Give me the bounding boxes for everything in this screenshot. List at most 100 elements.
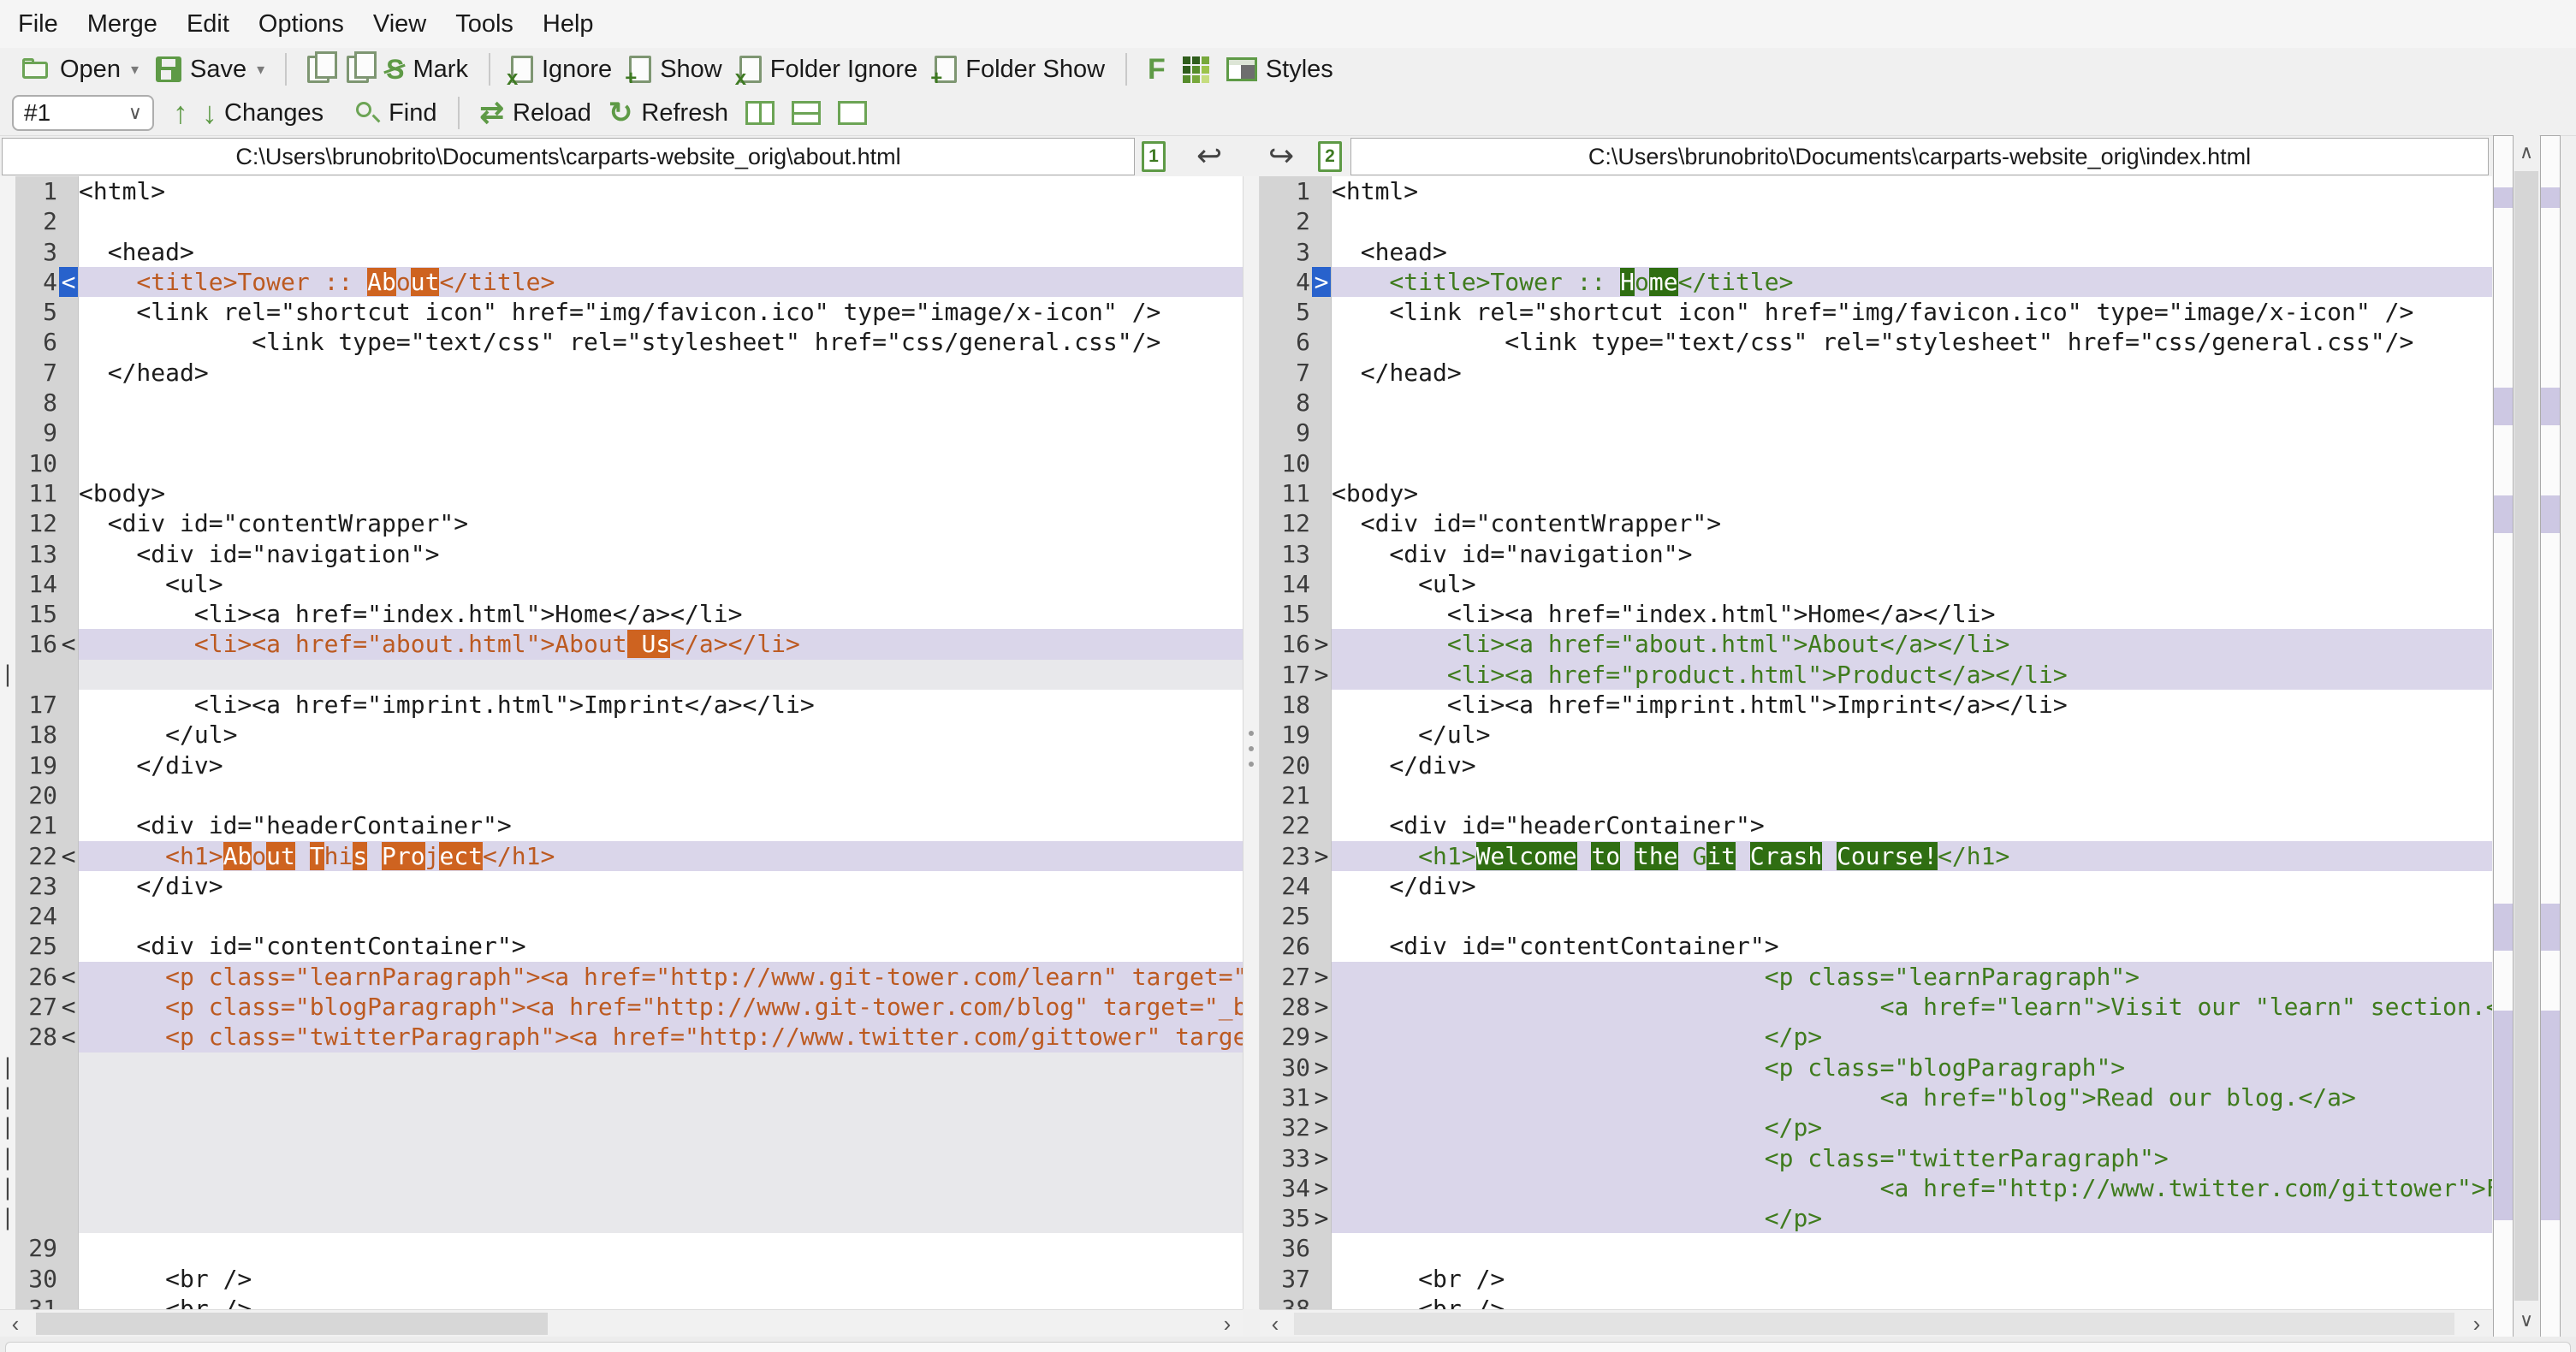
pane-splitter[interactable] bbox=[1243, 176, 1260, 1309]
code-line-text[interactable]: </div> bbox=[1332, 750, 2492, 780]
splitter-handle-icon[interactable] bbox=[1249, 731, 1254, 767]
code-line-text[interactable]: <link rel="shortcut icon" href="img/favi… bbox=[79, 297, 1243, 327]
code-line-text[interactable]: <div id="contentWrapper"> bbox=[1332, 508, 2492, 538]
code-line-text[interactable] bbox=[1332, 206, 2492, 236]
code-line-text[interactable]: <div id="contentContainer"> bbox=[1332, 931, 2492, 961]
code-line-text[interactable]: <html> bbox=[79, 176, 1243, 206]
save-button[interactable]: Save ▾ bbox=[147, 52, 273, 87]
code-line-text[interactable]: <br /> bbox=[1332, 1294, 2492, 1309]
right-diff-pane[interactable]: 1 <html> 2 3 <head> 4 > <title>Tower :: Home<… bbox=[1260, 176, 2492, 1309]
code-line-text[interactable] bbox=[1332, 418, 2492, 448]
copy-left-button[interactable] bbox=[299, 51, 338, 86]
diff-location-mark[interactable] bbox=[2541, 1011, 2560, 1220]
code-line-text[interactable]: <li><a href="product.html">Product</a></… bbox=[1332, 659, 2492, 691]
code-line-text[interactable]: <br /> bbox=[79, 1264, 1243, 1294]
mark-button[interactable]: S Mark bbox=[377, 50, 477, 89]
diff-number-combobox[interactable]: #1 ∨ bbox=[12, 95, 154, 131]
scroll-right-icon[interactable]: › bbox=[2461, 1310, 2492, 1337]
diff-location-mark[interactable] bbox=[2494, 495, 2513, 533]
code-line-text[interactable] bbox=[79, 1082, 1243, 1113]
code-line-text[interactable]: <p class="blogParagraph"> bbox=[1332, 1052, 2492, 1082]
code-line-text[interactable]: <title>Tower :: About</title> bbox=[79, 266, 1243, 298]
code-line-text[interactable]: </ul> bbox=[1332, 720, 2492, 750]
pane-1-icon[interactable]: 1 bbox=[1142, 141, 1166, 172]
diff-location-mark[interactable] bbox=[2541, 904, 2560, 951]
code-line-text[interactable]: </p> bbox=[1332, 1022, 2492, 1053]
scroll-down-icon[interactable]: ∨ bbox=[2514, 1303, 2539, 1337]
code-line-text[interactable]: <ul> bbox=[1332, 569, 2492, 599]
font-button[interactable]: F bbox=[1139, 50, 1174, 90]
code-line-text[interactable]: </p> bbox=[1332, 1112, 2492, 1143]
code-line-text[interactable]: <link type="text/css" rel="stylesheet" h… bbox=[79, 327, 1243, 357]
menu-item-view[interactable]: View bbox=[359, 0, 441, 48]
code-line-text[interactable]: <br /> bbox=[79, 1294, 1243, 1309]
ignore-button[interactable]: x Ignore bbox=[502, 52, 620, 89]
code-line-text[interactable]: <li><a href="imprint.html">Imprint</a></… bbox=[1332, 690, 2492, 720]
left-hscroll-thumb[interactable] bbox=[36, 1313, 548, 1335]
code-line-text[interactable]: <body> bbox=[1332, 478, 2492, 508]
code-line-text[interactable]: </head> bbox=[1332, 358, 2492, 388]
scroll-up-icon[interactable]: ∧ bbox=[2514, 135, 2539, 169]
reload-button[interactable]: ⇄ Reload bbox=[472, 92, 600, 133]
code-line-text[interactable] bbox=[79, 1203, 1243, 1234]
styles-button[interactable]: Styles bbox=[1218, 52, 1342, 87]
code-line-text[interactable]: <li><a href="index.html">Home</a></li> bbox=[1332, 599, 2492, 629]
code-line-text[interactable]: <li><a href="index.html">Home</a></li> bbox=[79, 599, 1243, 629]
code-line-text[interactable]: <body> bbox=[79, 478, 1243, 508]
code-line-text[interactable] bbox=[79, 659, 1243, 691]
menu-item-options[interactable]: Options bbox=[244, 0, 359, 48]
code-line-text[interactable] bbox=[79, 1233, 1243, 1263]
code-line-text[interactable]: <a href="blog">Read our blog.</a> bbox=[1332, 1082, 2492, 1113]
code-line-text[interactable]: <div id="headerContainer"> bbox=[1332, 810, 2492, 840]
code-line-text[interactable]: <html> bbox=[1332, 176, 2492, 206]
code-line-text[interactable]: </div> bbox=[79, 871, 1243, 901]
code-line-text[interactable]: <div id="contentWrapper"> bbox=[79, 508, 1243, 538]
save-dropdown-icon[interactable]: ▾ bbox=[257, 61, 264, 79]
code-line-text[interactable]: <head> bbox=[79, 237, 1243, 267]
left-horizontal-scrollbar[interactable]: ‹ › bbox=[0, 1309, 1243, 1337]
vertical-split-layout-button[interactable] bbox=[737, 98, 783, 128]
right-hscroll-thumb[interactable] bbox=[1294, 1313, 2454, 1335]
code-line-text[interactable]: <div id="contentContainer"> bbox=[79, 931, 1243, 961]
scroll-left-icon[interactable]: ‹ bbox=[0, 1310, 31, 1337]
code-line-text[interactable]: <p class="twitterParagraph"> bbox=[1332, 1142, 2492, 1173]
open-dropdown-icon[interactable]: ▾ bbox=[131, 61, 139, 79]
code-line-text[interactable] bbox=[1332, 780, 2492, 810]
code-line-text[interactable] bbox=[1332, 901, 2492, 931]
code-line-text[interactable] bbox=[79, 1142, 1243, 1173]
folder-ignore-button[interactable]: x Folder Ignore bbox=[731, 52, 927, 89]
diff-location-mark[interactable] bbox=[2494, 187, 2513, 208]
menu-item-merge[interactable]: Merge bbox=[73, 0, 172, 48]
refresh-button[interactable]: ↻ Refresh bbox=[600, 92, 737, 133]
vertical-scrollbar[interactable]: ∧ ∨ bbox=[2514, 135, 2539, 1337]
code-line-text[interactable]: <h1>Welcome to the Git Crash Course!</h1… bbox=[1332, 840, 2492, 871]
code-line-text[interactable]: </ul> bbox=[79, 720, 1243, 750]
horizontal-split-layout-button[interactable] bbox=[783, 98, 829, 128]
code-line-text[interactable] bbox=[79, 1112, 1243, 1143]
code-line-text[interactable]: <title>Tower :: Home</title> bbox=[1332, 266, 2492, 298]
code-line-text[interactable]: <p class="blogParagraph"><a href="http:/… bbox=[79, 992, 1243, 1023]
code-line-text[interactable] bbox=[79, 780, 1243, 810]
code-line-text[interactable]: <div id="navigation"> bbox=[1332, 539, 2492, 569]
menu-item-edit[interactable]: Edit bbox=[172, 0, 244, 48]
copy-right-button[interactable] bbox=[338, 51, 377, 86]
code-line-text[interactable]: <h1>About This Project</h1> bbox=[79, 840, 1243, 871]
show-button[interactable]: + Show bbox=[620, 52, 731, 89]
find-button[interactable]: Find bbox=[346, 96, 445, 131]
code-line-text[interactable]: <br /> bbox=[1332, 1264, 2492, 1294]
diff-location-mark[interactable] bbox=[2494, 388, 2513, 425]
diff-overview-strip-right[interactable] bbox=[2540, 135, 2561, 1337]
diff-location-mark[interactable] bbox=[2541, 495, 2560, 533]
code-line-text[interactable]: </p> bbox=[1332, 1203, 2492, 1234]
diff-overview-strip-left[interactable] bbox=[2493, 135, 2514, 1337]
code-line-text[interactable]: </div> bbox=[1332, 871, 2492, 901]
code-line-text[interactable]: <head> bbox=[1332, 237, 2492, 267]
code-line-text[interactable] bbox=[79, 388, 1243, 418]
previous-change-button[interactable]: ↑ bbox=[166, 95, 195, 131]
code-line-text[interactable]: <a href="http://www.twitter.com/gittower… bbox=[1332, 1172, 2492, 1204]
copy-to-right-icon[interactable]: ↪ bbox=[1268, 138, 1294, 174]
code-line-text[interactable]: </head> bbox=[79, 358, 1243, 388]
code-line-text[interactable]: <li><a href="about.html">About</a></li> bbox=[1332, 629, 2492, 660]
open-button[interactable]: Open ▾ bbox=[14, 52, 147, 87]
diff-location-mark[interactable] bbox=[2541, 187, 2560, 208]
